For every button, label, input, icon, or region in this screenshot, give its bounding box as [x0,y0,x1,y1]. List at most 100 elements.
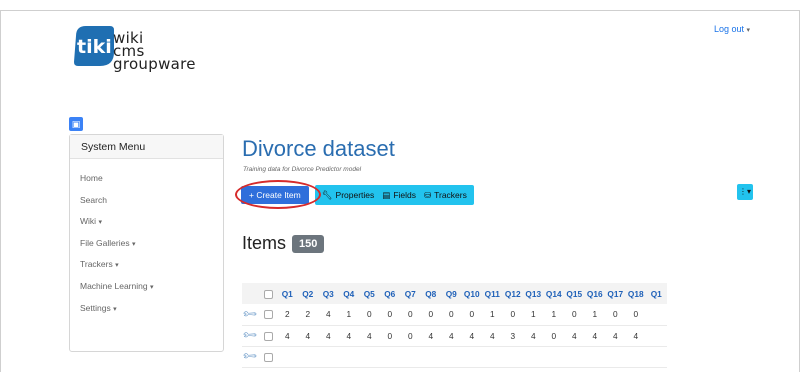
column-header[interactable]: Q15 [564,283,585,304]
column-header[interactable]: Q11 [482,283,503,304]
table-cell: 4 [489,330,495,341]
table-cell: 0 [510,309,516,320]
table-cell: 4 [366,330,372,341]
vertical-dots-icon: ⋮▾ [738,187,751,196]
table-cell [339,346,360,367]
wrench-icon: 🔧︎ [242,305,259,323]
sidebar-item-search[interactable]: Search [80,195,213,217]
table-cell: 1 [489,309,495,320]
column-header[interactable]: Q7 [400,283,421,304]
table-cell [646,346,667,367]
trackers-button[interactable]: ⛁ Trackers [420,190,471,201]
table-cell: 4 [571,330,577,341]
sidebar-item-home[interactable]: Home [80,173,213,195]
column-header[interactable]: Q9 [441,283,462,304]
column-header[interactable]: Q6 [380,283,401,304]
table-cell [441,346,462,367]
table-cell: 0 [387,309,393,320]
chevron-down-icon: ▾ [131,240,136,248]
table-cell [380,346,401,367]
sidebar-item-settings[interactable]: Settings ▾ [80,303,213,325]
sidebar-item-trackers[interactable]: Trackers ▾ [80,259,213,281]
table-cell [503,346,524,367]
column-header[interactable]: Q1 [277,283,298,304]
table-cell [318,346,339,367]
logout-label: Log out [713,24,744,34]
table-cell: 4 [633,330,639,341]
table-cell: 0 [366,309,372,320]
table-cell [298,346,319,367]
column-header[interactable]: Q5 [359,283,380,304]
system-menu-list: Home Search Wiki ▾ File Galleries ▾ Trac… [70,159,223,324]
row-checkbox[interactable] [263,331,273,341]
tiki-logo[interactable]: tiki wiki cms groupware [70,22,220,106]
table-cell: 4 [448,330,454,341]
table-cell: 0 [407,309,413,320]
table-row: 🔧︎ 4 4 4 4 4 0 0 4 4 4 4 3 4 0 4 4 4 4 [242,325,667,346]
table-cell: 4 [612,330,618,341]
table-cell: 0 [571,309,577,320]
select-all-checkbox[interactable] [263,289,273,299]
table-cell [523,346,544,367]
table-cell: 4 [530,330,536,341]
logout-link[interactable]: Log out ▾ [714,24,750,34]
table-cell: 4 [346,330,352,341]
table-cell: 4 [325,330,331,341]
sidebar-item-wiki[interactable]: Wiki ▾ [80,216,213,238]
table-cell [646,304,667,325]
chevron-down-icon: ▾ [113,305,117,313]
column-header[interactable]: Q2 [298,283,319,304]
logo-wordmark: wiki cms groupware [113,31,196,72]
table-cell: 3 [510,330,516,341]
column-header[interactable]: Q18 [626,283,647,304]
column-header[interactable]: Q8 [421,283,442,304]
table-cell [400,346,421,367]
table-cell: 1 [530,309,536,320]
create-item-button[interactable]: + Create Item [241,186,309,204]
column-header[interactable]: Q16 [585,283,606,304]
table-cell [626,346,647,367]
table-row: 🔧︎ 2 2 4 1 0 0 0 0 0 0 1 0 1 1 0 1 0 0 [242,304,667,325]
sidebar-item-file-galleries[interactable]: File Galleries ▾ [80,238,213,260]
fields-button[interactable]: ▤ Fields [378,190,420,201]
column-header[interactable]: Q14 [544,283,565,304]
table-cell: 0 [633,309,639,320]
table-cell: 0 [448,309,454,320]
column-header[interactable]: Q4 [339,283,360,304]
table-cell: 2 [305,309,311,320]
column-header[interactable]: Q12 [503,283,524,304]
column-header[interactable]: Q17 [605,283,626,304]
column-header[interactable]: Q13 [523,283,544,304]
row-actions-cell[interactable]: 🔧︎ [242,346,259,367]
table-cell: 1 [551,309,557,320]
wrench-icon: 🔧︎ [321,189,333,200]
row-actions-cell[interactable]: 🔧︎ [242,325,259,346]
column-header[interactable]: Q10 [462,283,483,304]
row-checkbox[interactable] [263,310,273,320]
more-actions-button[interactable]: ⋮▾ [737,184,753,200]
column-header[interactable]: Q1 [646,283,667,304]
table-cell: 4 [325,309,331,320]
row-select-cell [259,304,277,325]
table-cell [482,346,503,367]
page-title: Divorce dataset [242,136,395,161]
properties-button[interactable]: 🔧︎ Properties [318,190,379,201]
items-table: Q1 Q2 Q3 Q4 Q5 Q6 Q7 Q8 Q9 Q10 Q11 Q12 Q… [242,283,667,368]
table-cell [462,346,483,367]
row-actions-cell[interactable]: 🔧︎ [242,304,259,325]
module-toggle-icon[interactable]: ▣ [69,117,83,131]
sidebar-item-machine-learning[interactable]: Machine Learning ▾ [80,281,213,303]
items-heading: Items 150 [242,233,325,254]
table-cell [585,346,606,367]
table-cell [544,346,565,367]
table-cell [359,346,380,367]
table-cell: 0 [551,330,557,341]
table-cell [646,325,667,346]
column-header[interactable]: Q3 [318,283,339,304]
svg-text:tiki: tiki [77,36,112,58]
table-cell [605,346,626,367]
header-actions-cell [242,283,259,304]
row-checkbox[interactable] [263,352,273,362]
items-table-container[interactable]: Q1 Q2 Q3 Q4 Q5 Q6 Q7 Q8 Q9 Q10 Q11 Q12 Q… [242,283,800,372]
table-cell: 0 [407,330,413,341]
